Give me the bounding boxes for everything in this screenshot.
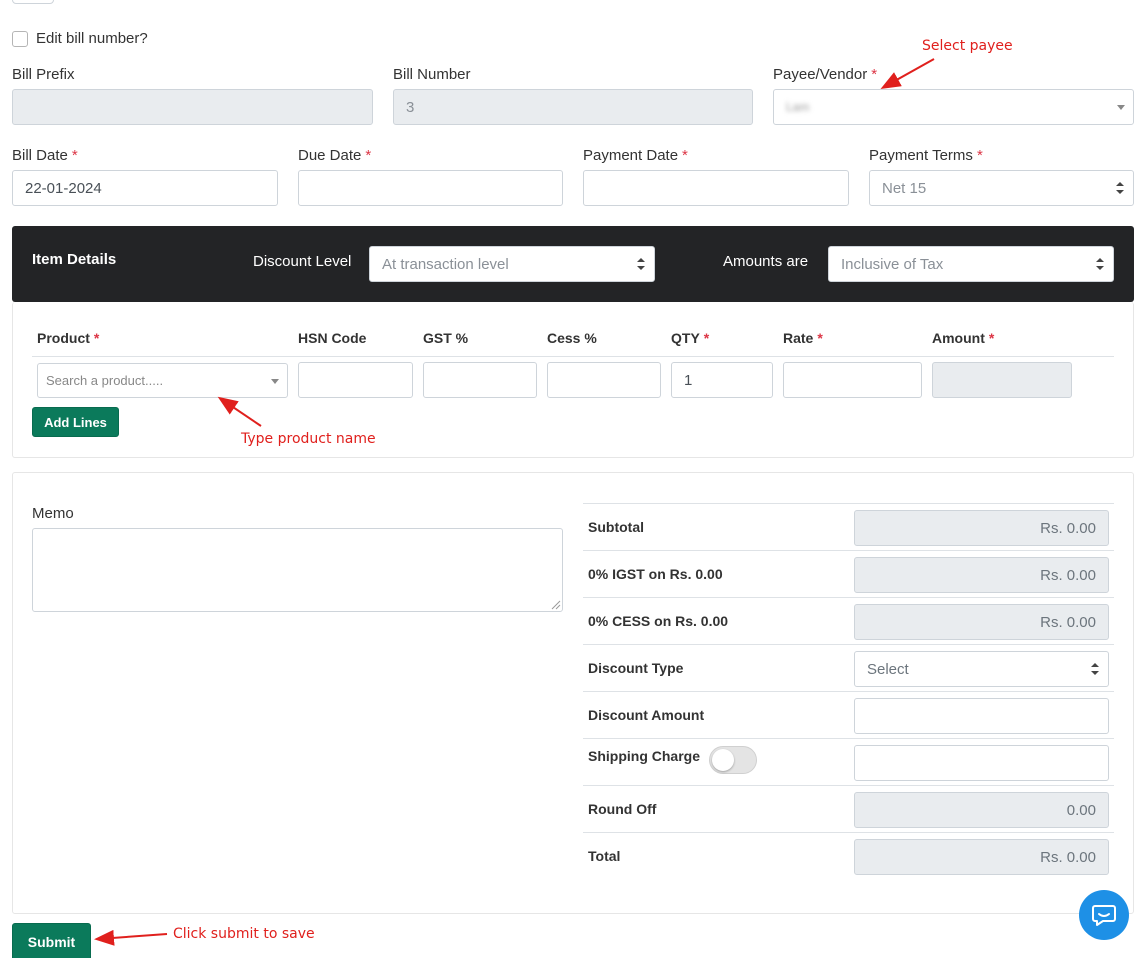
annotation-click-submit: Click submit to save: [173, 926, 315, 942]
select-arrows-icon: [637, 258, 645, 270]
toggle-knob: [712, 749, 734, 771]
payment-terms-label: Payment Terms *: [869, 147, 983, 164]
amounts-are-select[interactable]: Inclusive of Tax: [828, 246, 1114, 282]
resize-handle-icon: [551, 600, 561, 610]
subtotal-field[interactable]: Rs. 0.00: [854, 510, 1109, 546]
select-arrows-icon: [1116, 182, 1124, 194]
payment-date-input[interactable]: [583, 170, 849, 206]
col-header-gst: GST %: [423, 330, 469, 346]
bill-number-label: Bill Number: [393, 66, 471, 83]
discount-level-select[interactable]: At transaction level: [369, 246, 655, 282]
due-date-label: Due Date *: [298, 147, 372, 164]
payee-value: Lam: [786, 100, 810, 114]
col-header-hsn: HSN Code: [298, 330, 367, 346]
edit-bill-number-checkbox[interactable]: [12, 31, 28, 47]
shipping-charge-toggle[interactable]: [709, 746, 757, 774]
amounts-are-label: Amounts are: [723, 253, 809, 270]
item-details-header: Item Details Discount Level At transacti…: [12, 226, 1134, 302]
summary-row-total: Total Rs. 0.00: [583, 832, 1114, 879]
summary-row-igst: 0% IGST on Rs. 0.00 Rs. 0.00: [583, 550, 1114, 597]
payee-label: Payee/Vendor *: [773, 66, 878, 83]
chat-widget-button[interactable]: [1079, 890, 1129, 940]
payment-terms-select[interactable]: Net 15: [869, 170, 1134, 206]
discount-level-label: Discount Level: [253, 253, 352, 270]
bill-prefix-label: Bill Prefix: [12, 66, 75, 83]
igst-label: 0% IGST on Rs. 0.00: [588, 566, 723, 582]
submit-button[interactable]: Submit: [12, 923, 91, 958]
igst-field[interactable]: Rs. 0.00: [854, 557, 1109, 593]
gst-input[interactable]: [423, 362, 537, 398]
summary-row-cess: 0% CESS on Rs. 0.00 Rs. 0.00: [583, 597, 1114, 644]
add-lines-button[interactable]: Add Lines: [32, 407, 119, 437]
item-details-title: Item Details: [32, 251, 117, 268]
annotation-type-product: Type product name: [241, 431, 376, 447]
discount-type-select[interactable]: Select: [854, 651, 1109, 687]
product-search-select[interactable]: Search a product.....: [37, 363, 288, 398]
summary-row-subtotal: Subtotal Rs. 0.00: [583, 503, 1114, 550]
chevron-down-icon: [271, 378, 279, 384]
cess-field[interactable]: Rs. 0.00: [854, 604, 1109, 640]
subtotal-label: Subtotal: [588, 519, 644, 535]
col-header-product: Product *: [37, 330, 100, 346]
arrow-to-payee: [880, 58, 935, 89]
total-label: Total: [588, 848, 621, 864]
discount-type-label: Discount Type: [588, 660, 684, 676]
rate-input[interactable]: [783, 362, 922, 398]
select-arrows-icon: [1091, 663, 1099, 675]
col-header-amount: Amount *: [932, 330, 995, 346]
total-field[interactable]: Rs. 0.00: [854, 839, 1109, 875]
table-header-divider: [32, 356, 1114, 357]
memo-textarea[interactable]: [32, 528, 563, 612]
summary-row-discount-amount: Discount Amount: [583, 691, 1114, 738]
shipping-charge-label: Shipping Charge: [588, 748, 700, 764]
bill-date-input[interactable]: 22-01-2024: [12, 170, 278, 206]
summary-row-round-off: Round Off 0.00: [583, 785, 1114, 832]
partial-button[interactable]: [12, 0, 54, 4]
edit-bill-number-label: Edit bill number?: [36, 30, 148, 47]
qty-input[interactable]: 1: [671, 362, 773, 398]
cess-label: 0% CESS on Rs. 0.00: [588, 613, 729, 629]
round-off-label: Round Off: [588, 801, 657, 817]
bill-number-input[interactable]: 3: [393, 89, 753, 125]
hsn-code-input[interactable]: [298, 362, 413, 398]
bill-date-label: Bill Date *: [12, 147, 78, 164]
round-off-field[interactable]: 0.00: [854, 792, 1109, 828]
due-date-input[interactable]: [298, 170, 563, 206]
summary-row-discount-type: Discount Type Select: [583, 644, 1114, 691]
col-header-qty: QTY *: [671, 330, 710, 346]
memo-label: Memo: [32, 505, 74, 522]
col-header-cess: Cess %: [547, 330, 597, 346]
discount-amount-label: Discount Amount: [588, 707, 705, 723]
annotation-select-payee: Select payee: [922, 38, 1013, 54]
chevron-down-icon: [1117, 105, 1125, 110]
payment-date-label: Payment Date *: [583, 147, 688, 164]
summary-row-shipping: Shipping Charge: [583, 738, 1114, 785]
amount-input[interactable]: [932, 362, 1072, 398]
cess-input[interactable]: [547, 362, 661, 398]
shipping-charge-input[interactable]: [854, 745, 1109, 781]
chat-icon: [1092, 905, 1116, 926]
col-header-rate: Rate *: [783, 330, 823, 346]
select-arrows-icon: [1096, 258, 1104, 270]
payee-select[interactable]: Lam: [773, 89, 1134, 125]
bill-prefix-input[interactable]: [12, 89, 373, 125]
discount-amount-input[interactable]: [854, 698, 1109, 734]
arrow-to-submit: [94, 929, 168, 946]
